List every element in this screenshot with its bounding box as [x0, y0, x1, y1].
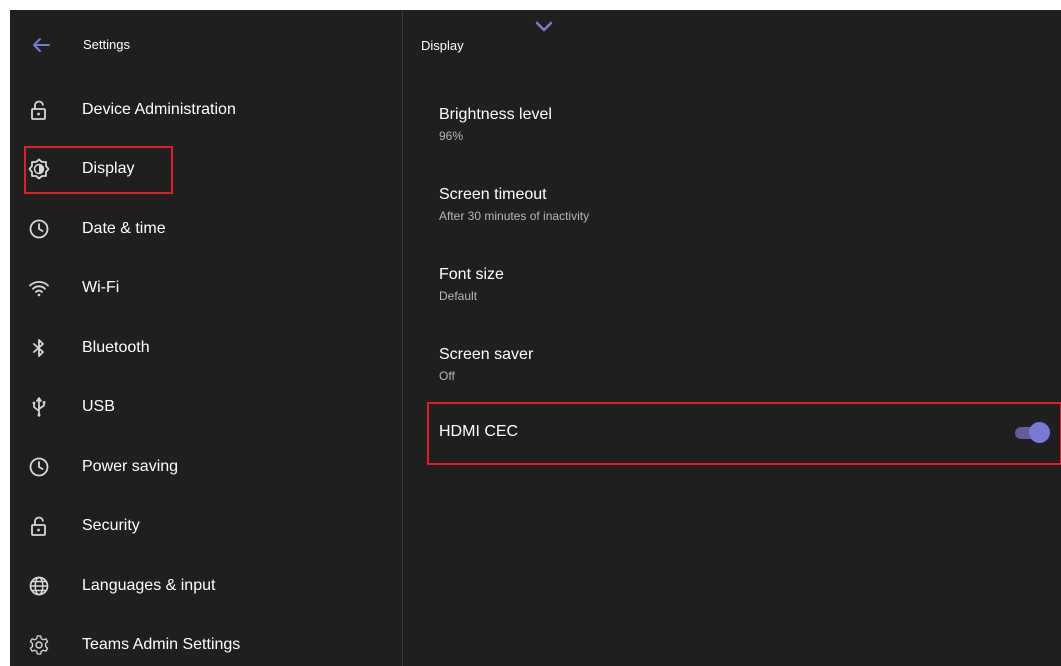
setting-title: Brightness level: [439, 106, 552, 123]
bluetooth-icon: [28, 337, 50, 359]
display-settings-panel: Display Brightness level 96% Screen time…: [403, 10, 1061, 666]
brightness-icon: [28, 158, 50, 180]
sidebar: Settings Device Administration Display D…: [10, 10, 402, 666]
sidebar-nav: Device Administration Display Date & tim…: [10, 80, 402, 666]
hdmi-cec-label: HDMI CEC: [439, 423, 519, 440]
sidebar-item-security[interactable]: Security: [10, 497, 402, 557]
toggle-thumb: [1029, 422, 1050, 443]
setting-title: Screen timeout: [439, 186, 547, 203]
setting-screen-timeout[interactable]: Screen timeout After 30 minutes of inact…: [403, 170, 1061, 250]
sidebar-item-wifi[interactable]: Wi-Fi: [10, 259, 402, 319]
sidebar-title: Settings: [83, 37, 130, 52]
gear-icon: [28, 634, 50, 656]
arrow-left-icon[interactable]: [30, 34, 52, 56]
lock-open-icon: [28, 515, 50, 537]
sidebar-item-usb[interactable]: USB: [10, 378, 402, 438]
sidebar-item-power-saving[interactable]: Power saving: [10, 437, 402, 497]
chevron-down-icon[interactable]: [534, 20, 554, 34]
page-title: Display: [421, 38, 464, 53]
clock-icon: [28, 456, 50, 478]
wifi-icon: [28, 277, 50, 299]
usb-icon: [28, 396, 50, 418]
sidebar-item-label: Security: [82, 517, 140, 535]
sidebar-item-label: Power saving: [82, 457, 179, 475]
setting-value: Default: [439, 289, 478, 303]
hdmi-cec-toggle[interactable]: [1015, 422, 1051, 444]
sidebar-item-label: Device Administration: [82, 100, 236, 118]
sidebar-item-label: Wi-Fi: [82, 279, 120, 297]
setting-brightness-level[interactable]: Brightness level 96%: [403, 90, 1061, 170]
sidebar-item-languages-input[interactable]: Languages & input: [10, 556, 402, 616]
sidebar-item-display[interactable]: Display: [10, 140, 402, 200]
globe-icon: [28, 575, 50, 597]
sidebar-item-date-time[interactable]: Date & time: [10, 199, 402, 259]
setting-value: After 30 minutes of inactivity: [439, 209, 590, 223]
lock-open-icon: [28, 99, 50, 121]
sidebar-item-device-administration[interactable]: Device Administration: [10, 80, 402, 140]
sidebar-item-label: Bluetooth: [82, 338, 150, 356]
sidebar-item-label: USB: [82, 398, 115, 416]
setting-font-size[interactable]: Font size Default: [403, 250, 1061, 330]
sidebar-item-label: Teams Admin Settings: [82, 636, 241, 654]
settings-window: Settings Device Administration Display D…: [10, 10, 1061, 666]
sidebar-item-label: Date & time: [82, 219, 166, 237]
sidebar-item-bluetooth[interactable]: Bluetooth: [10, 318, 402, 378]
sidebar-item-teams-admin-settings[interactable]: Teams Admin Settings: [10, 616, 402, 666]
setting-title: Screen saver: [439, 346, 534, 363]
sidebar-header: Settings: [10, 10, 402, 80]
setting-value: Off: [439, 369, 455, 383]
setting-title: Font size: [439, 266, 504, 283]
clock-icon: [28, 218, 50, 240]
setting-value: 96%: [439, 129, 464, 143]
setting-hdmi-cec[interactable]: HDMI CEC: [427, 402, 1061, 465]
sidebar-item-label: Display: [82, 160, 135, 178]
sidebar-item-label: Languages & input: [82, 576, 216, 594]
setting-screen-saver[interactable]: Screen saver Off: [403, 330, 1061, 410]
